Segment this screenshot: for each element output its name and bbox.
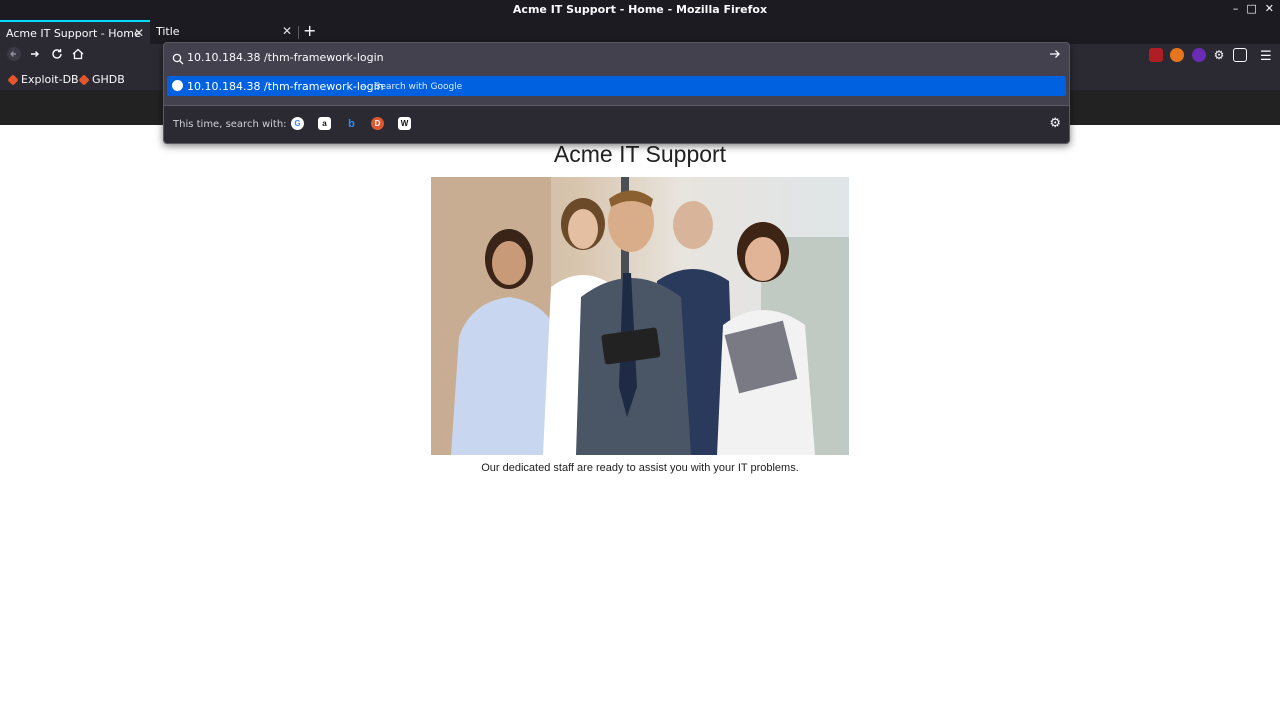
bing-engine-icon[interactable]: b xyxy=(345,117,358,130)
suggestion-text: 10.10.184.38 /thm-framework-login xyxy=(187,80,384,93)
window-titlebar: Acme IT Support - Home - Mozilla Firefox… xyxy=(0,0,1280,20)
hamburger-menu-icon[interactable]: ☰ xyxy=(1260,49,1272,64)
tab-strip: Acme IT Support - Home ✕ Title ✕ xyxy=(0,20,1280,44)
urlbar-dropdown: 10.10.184.38 /thm-framework-login 10.10.… xyxy=(163,42,1070,144)
gear-extension-icon[interactable]: ⚙ xyxy=(1212,48,1226,62)
forward-arrow-icon[interactable] xyxy=(28,47,42,65)
go-arrow-icon[interactable] xyxy=(1049,48,1061,64)
staff-photo xyxy=(431,177,849,455)
amazon-engine-icon[interactable]: a xyxy=(318,117,331,130)
bookmark-exploit-db[interactable]: Exploit-DB xyxy=(7,73,79,86)
duckduckgo-engine-icon[interactable]: D xyxy=(371,117,384,130)
photo-caption: Our dedicated staff are ready to assist … xyxy=(481,462,799,474)
foxyproxy-extension-icon[interactable] xyxy=(1170,48,1184,62)
google-engine-icon[interactable]: G xyxy=(291,117,304,130)
ublock-extension-icon[interactable] xyxy=(1149,48,1163,62)
extensions-panel-icon[interactable] xyxy=(1233,48,1247,62)
google-icon xyxy=(172,80,183,91)
bookmark-ghdb[interactable]: GHDB xyxy=(78,73,125,86)
bookmark-label: Exploit-DB xyxy=(21,73,79,86)
search-settings-gear-icon[interactable]: ⚙ xyxy=(1049,116,1061,131)
bookmark-label: GHDB xyxy=(92,73,125,86)
close-window-icon[interactable]: ✕ xyxy=(1265,2,1274,15)
url-suggestion-row[interactable]: 10.10.184.38 /thm-framework-login — Sear… xyxy=(167,76,1066,96)
ghdb-icon xyxy=(78,73,90,86)
tab-close-icon[interactable]: ✕ xyxy=(134,26,144,40)
search-icon xyxy=(172,50,184,69)
one-off-search-bar: This time, search with: G a b D W ⚙ xyxy=(164,105,1069,143)
suggestion-action-label: Search with Google xyxy=(374,82,463,92)
page-title: Acme IT Support xyxy=(553,141,727,167)
tab-label: Title xyxy=(156,25,180,38)
wikipedia-engine-icon[interactable]: W xyxy=(398,117,411,130)
window-title: Acme IT Support - Home - Mozilla Firefox xyxy=(512,3,768,16)
suggestion-action: — Search with Google xyxy=(360,82,462,92)
one-off-label: This time, search with: xyxy=(173,119,287,130)
exploit-db-icon xyxy=(7,73,19,86)
minimize-icon[interactable]: – xyxy=(1233,2,1239,15)
url-input[interactable]: 10.10.184.38 /thm-framework-login xyxy=(164,43,1069,71)
tab-separator xyxy=(298,26,299,39)
tab-label: Acme IT Support - Home xyxy=(6,27,141,40)
new-tab-button[interactable]: + xyxy=(303,21,316,41)
reload-icon[interactable] xyxy=(50,47,64,65)
tab-acme-home[interactable]: Acme IT Support - Home ✕ xyxy=(0,20,150,44)
wappalyzer-extension-icon[interactable] xyxy=(1192,48,1206,62)
suggestion-separator: — xyxy=(360,82,369,92)
maximize-icon[interactable]: □ xyxy=(1246,2,1256,15)
home-icon[interactable] xyxy=(71,47,85,65)
window-controls: – □ ✕ xyxy=(1233,2,1274,15)
tab-title[interactable]: Title ✕ xyxy=(150,20,298,44)
back-arrow-icon[interactable] xyxy=(7,47,21,65)
url-text[interactable]: 10.10.184.38 /thm-framework-login xyxy=(187,51,384,64)
tab-close-icon[interactable]: ✕ xyxy=(282,24,292,38)
